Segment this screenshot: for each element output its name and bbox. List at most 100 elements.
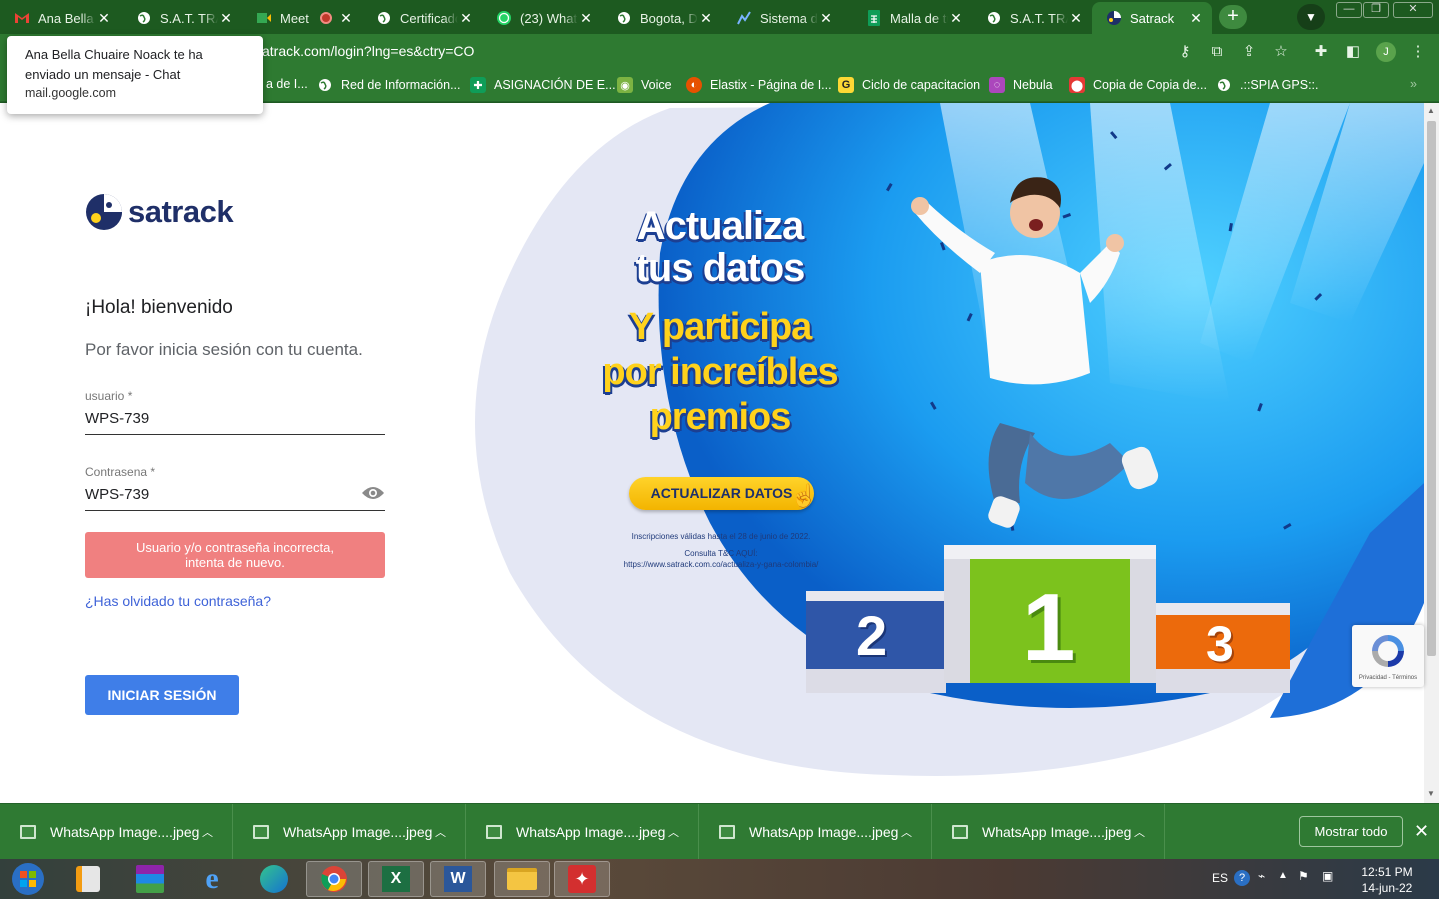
- more-bookmarks-chevron-icon[interactable]: »: [1410, 77, 1417, 91]
- close-icon[interactable]: ✕: [338, 10, 354, 27]
- show-all-button[interactable]: Mostrar todo: [1299, 816, 1403, 847]
- bookmark-label: .::SPIA GPS::.: [1240, 78, 1319, 92]
- chevron-up-icon[interactable]: ︿: [668, 824, 679, 840]
- bookmark-item[interactable]: G Ciclo de capacitacion: [838, 77, 980, 93]
- taskbar-explorer[interactable]: [494, 861, 550, 897]
- download-item[interactable]: WhatsApp Image....jpeg ︿: [466, 804, 699, 860]
- close-icon[interactable]: ✕: [1414, 821, 1429, 842]
- bookmark-item[interactable]: Red de Información...: [317, 77, 461, 93]
- network-icon[interactable]: ▣: [1322, 869, 1333, 883]
- scroll-up-icon[interactable]: ▲: [1427, 106, 1435, 115]
- login-button[interactable]: INICIAR SESIÓN: [85, 675, 239, 715]
- taskbar-chrome[interactable]: [306, 861, 362, 897]
- close-icon[interactable]: ✕: [96, 10, 112, 27]
- tab-search-chevron-icon[interactable]: ▼: [1297, 4, 1325, 30]
- close-icon[interactable]: ✕: [1068, 10, 1084, 27]
- tab-bogota[interactable]: Bogota, D ✕: [602, 2, 722, 34]
- chevron-up-icon[interactable]: ︿: [435, 824, 446, 840]
- tab-sistema[interactable]: Sistema de ✕: [722, 2, 842, 34]
- tab-meet[interactable]: Meet ✕: [242, 2, 362, 34]
- taskbar-media-player[interactable]: [60, 861, 116, 897]
- chat-notification[interactable]: Ana Bella Chuaire Noack te ha enviado un…: [7, 36, 263, 114]
- recaptcha-badge[interactable]: Privacidad - Términos: [1352, 625, 1424, 687]
- terms-link[interactable]: https://www.satrack.com.co/actualiza-y-g…: [610, 559, 832, 570]
- acrobat-icon: ✦: [568, 865, 596, 893]
- download-item[interactable]: WhatsApp Image....jpeg ︿: [233, 804, 466, 860]
- download-item[interactable]: WhatsApp Image....jpeg ︿: [0, 804, 233, 860]
- eye-icon[interactable]: [361, 485, 385, 506]
- taskbar-acrobat[interactable]: ✦: [554, 861, 610, 897]
- password-input[interactable]: WPS-739: [85, 486, 385, 510]
- image-file-icon: [952, 825, 968, 839]
- pen-icon[interactable]: ⌁: [1258, 869, 1265, 883]
- star-icon[interactable]: ☆: [1271, 42, 1291, 62]
- download-item[interactable]: WhatsApp Image....jpeg ︿: [699, 804, 932, 860]
- tab-whatsapp[interactable]: (23) Whats ✕: [482, 2, 602, 34]
- start-button[interactable]: [0, 861, 56, 897]
- address-bar[interactable]: atrack.com/login?lng=es&ctry=CO: [262, 43, 474, 59]
- chevron-up-icon[interactable]: ︿: [202, 824, 213, 840]
- language-indicator[interactable]: ES: [1212, 871, 1228, 885]
- download-item[interactable]: WhatsApp Image....jpeg ︿: [932, 804, 1165, 860]
- tab-sat-2[interactable]: S.A.T. TRA ✕: [972, 2, 1092, 34]
- download-label: WhatsApp Image....jpeg: [283, 824, 433, 840]
- tab-label: S.A.T. TRA: [160, 10, 218, 26]
- taskbar-clock[interactable]: 12:51 PM 14-jun-22: [1352, 864, 1422, 896]
- bookmark-item[interactable]: ◉ Voice: [617, 77, 672, 93]
- username-field[interactable]: usuario * WPS-739: [85, 389, 385, 435]
- taskbar-edge[interactable]: [246, 861, 302, 897]
- tab-gmail[interactable]: Ana Bella C ✕: [0, 2, 120, 34]
- password-field[interactable]: Contrasena * WPS-739: [85, 465, 385, 511]
- close-icon[interactable]: ✕: [948, 10, 964, 27]
- close-icon[interactable]: ✕: [218, 10, 234, 27]
- share-icon[interactable]: ⇪: [1239, 42, 1259, 62]
- side-panel-icon[interactable]: ◧: [1343, 42, 1363, 62]
- maximize-button[interactable]: ❐: [1363, 2, 1389, 18]
- bookmark-item[interactable]: ◐ Elastix - Página de I...: [686, 77, 832, 93]
- recaptcha-text[interactable]: Privacidad - Términos: [1352, 675, 1424, 681]
- bookmark-item[interactable]: a de I...: [266, 77, 308, 91]
- username-input[interactable]: WPS-739: [85, 410, 385, 434]
- bookmark-item[interactable]: .::SPIA GPS::.: [1216, 77, 1319, 93]
- bookmark-label: Elastix - Página de I...: [710, 78, 832, 92]
- bookmark-item[interactable]: ⬤ Copia de Copia de...: [1069, 77, 1207, 93]
- tab-certificado[interactable]: Certificado ✕: [362, 2, 482, 34]
- extensions-icon[interactable]: ✚: [1311, 42, 1331, 62]
- help-icon[interactable]: ?: [1234, 870, 1250, 886]
- close-icon[interactable]: ✕: [458, 10, 474, 27]
- translate-icon[interactable]: ⧉: [1207, 42, 1227, 62]
- download-label: WhatsApp Image....jpeg: [516, 824, 666, 840]
- chevron-up-icon[interactable]: ︿: [1134, 824, 1145, 840]
- scroll-down-icon[interactable]: ▼: [1427, 789, 1435, 798]
- new-tab-button[interactable]: +: [1219, 5, 1247, 29]
- bookmark-item[interactable]: ◌ Nebula: [989, 77, 1053, 93]
- meet-icon: [256, 10, 272, 26]
- promo-banner[interactable]: Actualiza tus datos Y participa por incr…: [470, 103, 1424, 803]
- bookmark-item[interactable]: ✚ ASIGNACIÓN DE E...: [470, 77, 616, 93]
- close-icon[interactable]: ✕: [578, 10, 594, 27]
- update-data-button[interactable]: ACTUALIZAR DATOS: [629, 477, 814, 510]
- close-window-button[interactable]: ✕: [1393, 2, 1433, 18]
- chevron-up-icon[interactable]: ︿: [901, 824, 912, 840]
- gmail-icon: [14, 10, 30, 26]
- close-icon[interactable]: ✕: [818, 10, 834, 27]
- avatar[interactable]: J: [1376, 42, 1396, 62]
- forgot-password-link[interactable]: ¿Has olvidado tu contraseña?: [85, 593, 271, 609]
- menu-icon[interactable]: ⋮: [1408, 42, 1428, 62]
- page-scrollbar[interactable]: ▲ ▼: [1424, 103, 1439, 803]
- tab-satrack[interactable]: Satrack ✕: [1092, 2, 1212, 34]
- promo-title-line1: Actualiza: [636, 204, 805, 248]
- close-icon[interactable]: ✕: [1188, 10, 1204, 27]
- key-icon[interactable]: ⚷: [1175, 42, 1195, 62]
- flag-icon[interactable]: ⚑: [1298, 869, 1309, 883]
- close-icon[interactable]: ✕: [698, 10, 714, 27]
- taskbar-winrar[interactable]: [122, 861, 178, 897]
- tab-sat-1[interactable]: S.A.T. TRA ✕: [122, 2, 242, 34]
- tray-chevron-up-icon[interactable]: ▲: [1278, 870, 1288, 881]
- scrollbar-thumb[interactable]: [1427, 121, 1436, 656]
- taskbar-ie[interactable]: e: [184, 861, 240, 897]
- minimize-button[interactable]: —: [1336, 2, 1362, 18]
- taskbar-word[interactable]: W: [430, 861, 486, 897]
- tab-malla[interactable]: Malla de tu ✕: [852, 2, 972, 34]
- taskbar-excel[interactable]: X: [368, 861, 424, 897]
